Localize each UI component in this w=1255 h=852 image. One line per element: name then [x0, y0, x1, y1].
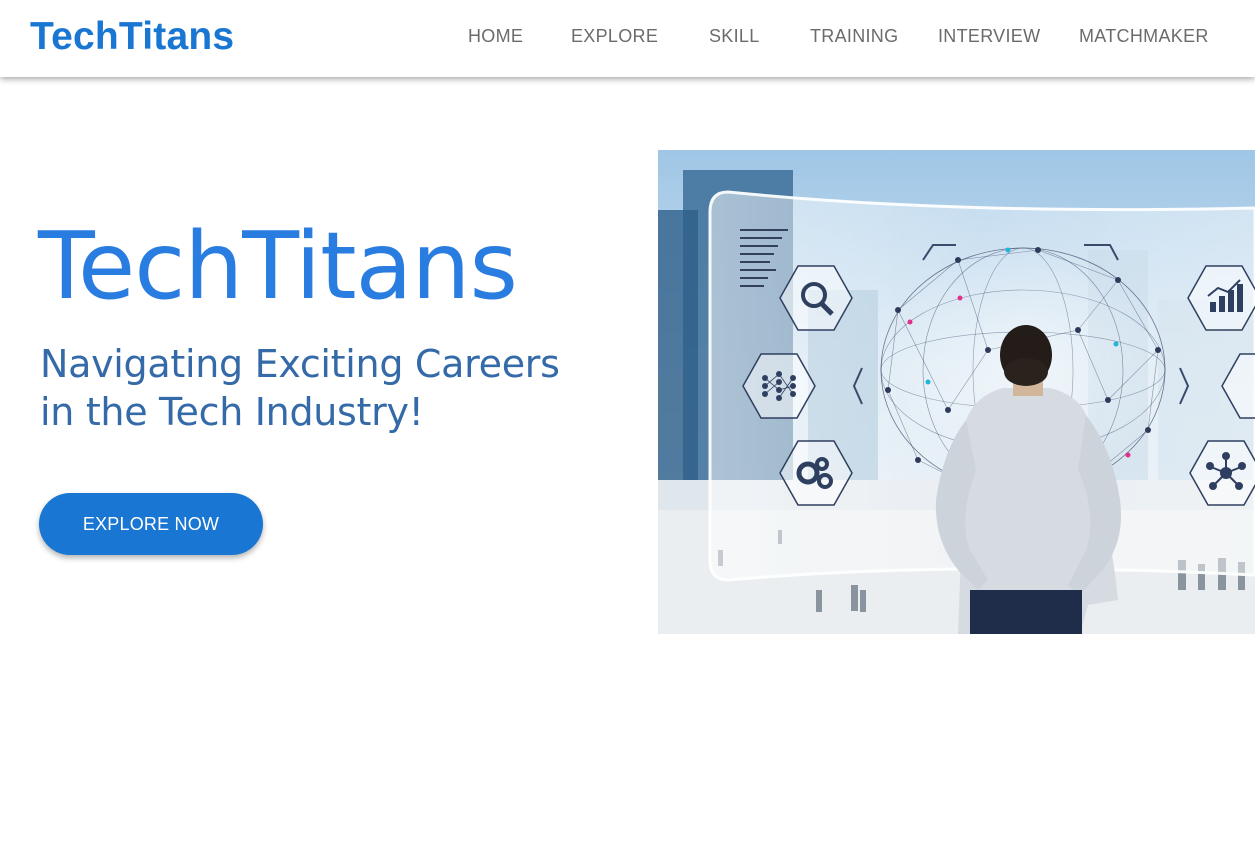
nav-link-interview[interactable]: INTERVIEW [938, 26, 1040, 47]
explore-now-button[interactable]: EXPLORE NOW [39, 493, 263, 555]
nav-link-explore[interactable]: EXPLORE [571, 26, 658, 47]
hero-subtitle-line1: Navigating Exciting Careers [40, 342, 560, 386]
top-navbar: TechTitans HOME EXPLORE SKILL TRAINING I… [0, 0, 1255, 77]
hero-title: TechTitans [38, 212, 518, 320]
nav-link-training[interactable]: TRAINING [810, 26, 898, 47]
hero-image [658, 150, 1255, 634]
hero-subtitle-line2: in the Tech Industry! [40, 390, 424, 434]
nav-link-home[interactable]: HOME [468, 26, 523, 47]
hero-subtitle: Navigating Exciting Careers in the Tech … [40, 340, 640, 436]
nav-link-skill[interactable]: SKILL [709, 26, 760, 47]
brand-logo[interactable]: TechTitans [30, 15, 234, 59]
nav-link-matchmaker[interactable]: MATCHMAKER [1079, 26, 1209, 47]
